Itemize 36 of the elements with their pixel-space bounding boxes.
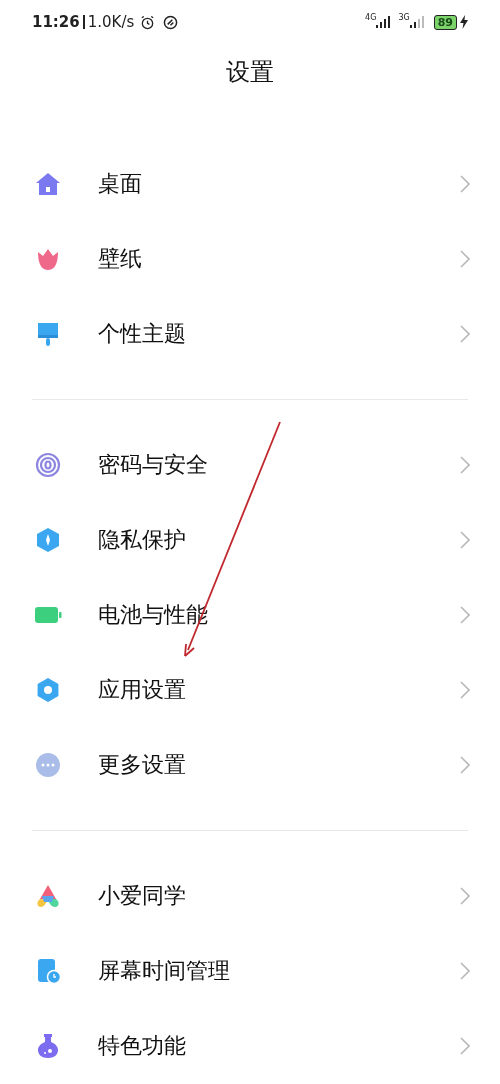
row-label: 壁纸: [98, 245, 143, 273]
alarm-icon: [140, 14, 156, 30]
fingerprint-icon: [34, 450, 62, 479]
row-label: 桌面: [98, 170, 143, 198]
row-label: 个性主题: [98, 320, 187, 348]
chevron-right-icon: [460, 680, 470, 699]
battery-indicator: 89: [433, 14, 457, 30]
status-time: 11:26: [32, 11, 80, 33]
chevron-right-icon: [460, 886, 470, 905]
chevron-right-icon: [460, 755, 470, 774]
signal-icon: [409, 16, 424, 28]
chevron-right-icon: [460, 324, 470, 343]
chevron-right-icon: [460, 174, 470, 193]
chevron-right-icon: [460, 605, 470, 624]
chevron-right-icon: [460, 961, 470, 980]
charging-icon: [460, 15, 468, 29]
row-label: 特色功能: [98, 1032, 187, 1060]
network-speed: 1.0K/s: [87, 11, 135, 33]
chevron-right-icon: [460, 530, 470, 549]
row-label: 小爱同学: [98, 882, 187, 910]
chevron-right-icon: [460, 455, 470, 474]
row-label: 更多设置: [98, 751, 187, 779]
row-label: 屏幕时间管理: [98, 957, 231, 985]
network-type: 3G: [398, 12, 410, 24]
signal-icon: [376, 16, 391, 28]
chevron-right-icon: [460, 1036, 470, 1055]
page-title: 设置: [226, 57, 274, 88]
network-type: 4G: [365, 12, 377, 24]
row-label: 应用设置: [98, 676, 187, 704]
row-label: 隐私保护: [98, 526, 187, 554]
row-label: 密码与安全: [98, 451, 209, 479]
more-icon: [34, 750, 62, 779]
chevron-right-icon: [460, 249, 470, 268]
status-divider: [82, 15, 85, 29]
sync-icon: [163, 14, 179, 30]
shield-icon: [34, 525, 62, 554]
